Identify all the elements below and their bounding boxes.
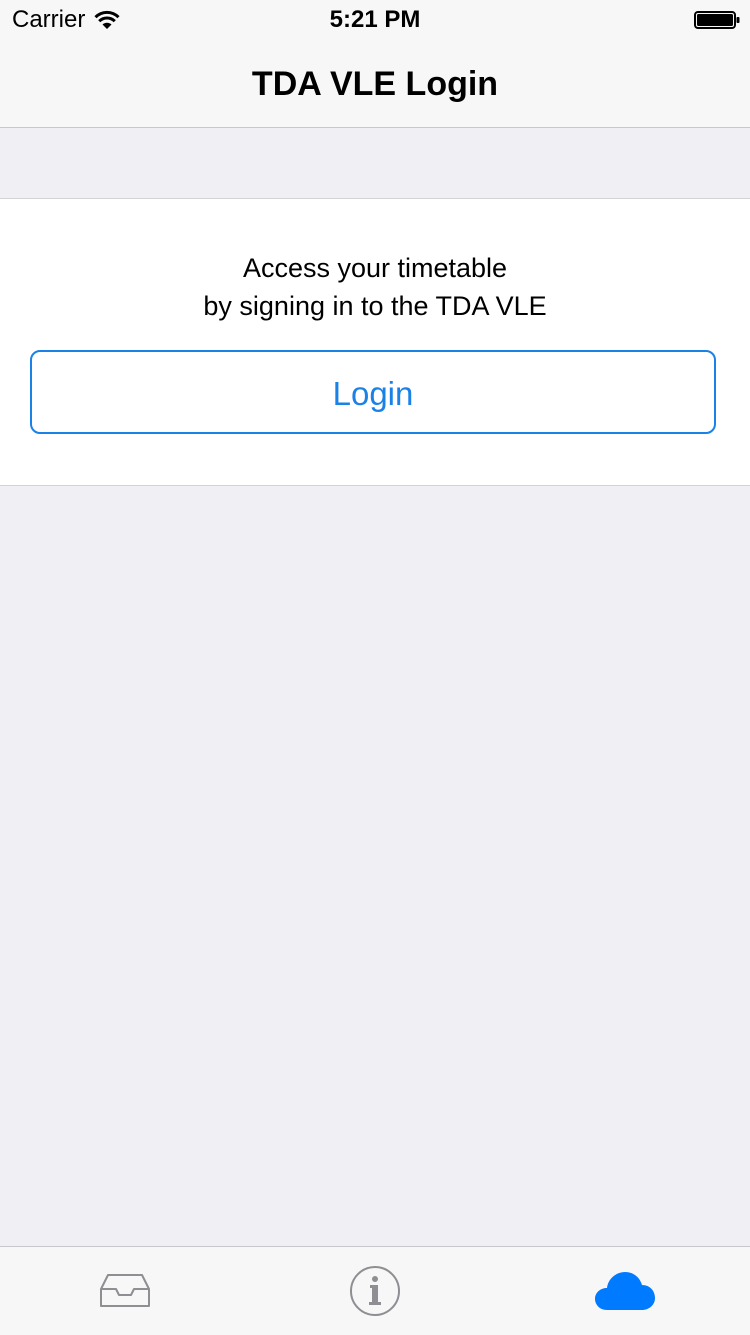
status-time: 5:21 PM [329,6,421,33]
instructions-line-1: Access your timetable [242,253,508,283]
page-title: TDA VLE Login [251,65,499,103]
login-instructions: Access your timetable by signing in to t… [0,249,750,325]
tab-inbox[interactable] [0,1247,250,1335]
info-icon [350,1266,400,1316]
battery-icon [694,11,740,29]
cloud-icon [595,1272,655,1310]
login-button[interactable]: Login [30,350,716,434]
tab-info[interactable] [250,1247,500,1335]
tab-bar [0,1246,750,1335]
navigation-bar: TDA VLE Login [0,40,750,128]
status-bar: Carrier 5:21 PM [0,0,750,40]
inbox-icon [100,1274,150,1307]
login-card: Access your timetable by signing in to t… [0,198,750,486]
tab-cloud[interactable] [500,1247,750,1335]
instructions-line-2: by signing in to the TDA VLE [203,291,547,321]
